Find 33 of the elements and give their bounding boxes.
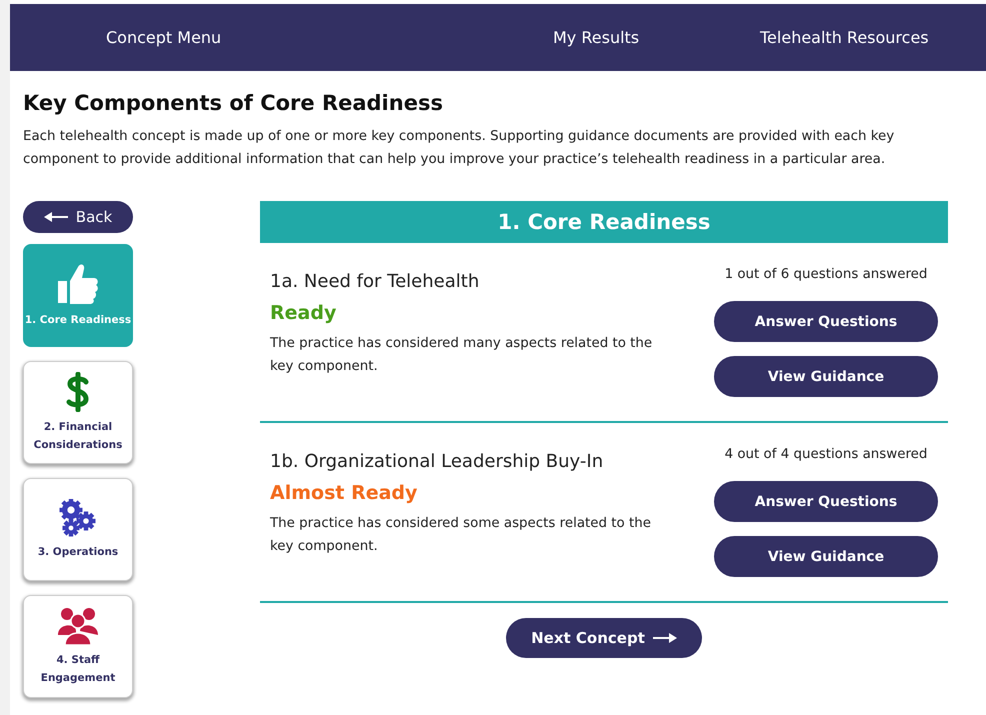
nav-link[interactable]: My Results	[553, 28, 640, 47]
back-button[interactable]: Back	[23, 201, 133, 233]
concept-label: 2. Financial Considerations	[32, 420, 124, 452]
concept-tile[interactable]: 3. Operations	[23, 478, 133, 581]
progress-text: 4 out of 4 questions answered	[724, 447, 928, 462]
component-title: 1b. Organizational Leadership Buy-In	[270, 451, 604, 472]
status-label: Almost Ready	[270, 482, 418, 504]
concept-label: 1. Core Readiness	[24, 312, 132, 328]
intro-text: Each telehealth concept is made up of one or more key components. Supporting guidance documents are provided with each key component to provide additional information that can help you improve your practice’s telehealth readiness in a particular area.	[23, 128, 896, 169]
concept-tile[interactable]: 2. Financial Considerations	[23, 361, 133, 464]
component-description: The practice has considered many aspects related to the key component.	[270, 335, 654, 376]
concept-banner: 1. Core Readiness	[260, 201, 948, 243]
component-title: 1a. Need for Telehealth	[270, 271, 480, 292]
thumbs-up-icon	[58, 262, 98, 304]
component-description: The practice has considered some aspects related to the key component.	[270, 515, 652, 556]
progress-text: 1 out of 6 questions answered	[724, 267, 928, 282]
gears-icon	[59, 498, 97, 536]
concept-label: 3. Operations	[38, 544, 118, 560]
concept-tile[interactable]: 4. Staff Engagement	[23, 595, 133, 698]
concept-label: 4. Staff Engagement	[40, 652, 116, 686]
left-arrow-icon	[44, 212, 68, 222]
dollar-icon	[66, 372, 90, 412]
action-button[interactable]: View Guidance	[714, 536, 938, 577]
action-button[interactable]: View Guidance	[714, 356, 938, 397]
page-title: Key Components of Core Readiness	[23, 91, 444, 115]
next-concept-button[interactable]: Next Concept	[506, 618, 702, 658]
nav-link[interactable]: Concept Menu	[106, 28, 222, 47]
people-icon	[58, 606, 98, 644]
status-label: Ready	[270, 302, 338, 324]
action-button[interactable]: Answer Questions	[714, 481, 938, 522]
right-arrow-icon	[652, 633, 677, 643]
action-button[interactable]: Answer Questions	[714, 301, 938, 342]
nav-link[interactable]: Telehealth Resources	[760, 28, 929, 47]
